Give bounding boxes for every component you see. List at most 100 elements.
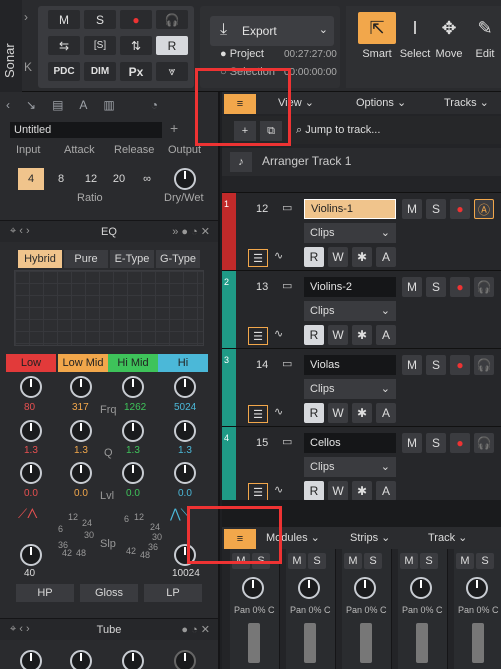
track-view-menu-button[interactable]: ≡	[224, 94, 256, 114]
expand-icon[interactable]: K	[24, 60, 32, 74]
add-preset-icon[interactable]: +	[170, 120, 178, 136]
strip-mute-button[interactable]: M	[232, 553, 250, 569]
automation-icon[interactable]: ∿	[274, 249, 283, 262]
low-level-knob[interactable]	[20, 462, 42, 484]
tube-knob-4[interactable]	[174, 650, 196, 669]
preset-name-field[interactable]: Untitled	[10, 122, 162, 138]
eq-module-icon[interactable]: ⌖ ‹ ›	[10, 225, 30, 238]
track-name-field[interactable]: Violas	[304, 355, 396, 375]
record-icon[interactable]: ●	[450, 433, 470, 453]
eq-type-pure[interactable]: Pure	[64, 250, 108, 268]
add-track-icon[interactable]: +	[234, 121, 256, 141]
track-solo-button[interactable]: S	[426, 355, 446, 375]
track-mute-button[interactable]: M	[402, 199, 422, 219]
hp-slope-dial[interactable]: 12 24 6 30 36 42 48	[58, 512, 98, 562]
track-star-button[interactable]: ✱	[352, 325, 372, 345]
eq-graph[interactable]	[14, 270, 204, 346]
lp-slope-dial[interactable]: 6 12 24 30 36 42 48	[124, 512, 164, 562]
hi-q-knob[interactable]	[174, 420, 196, 442]
low-freq-knob[interactable]	[20, 376, 42, 398]
hp-shape-icon[interactable]: ⟋⋀	[18, 506, 38, 522]
track-name-field[interactable]: Cellos	[304, 433, 396, 453]
track-mute-button[interactable]: M	[402, 433, 422, 453]
compare-icon[interactable]: A	[79, 98, 87, 112]
tube-controls-icon[interactable]: ● ◔ ✕	[181, 623, 210, 636]
strip-pan-knob[interactable]	[354, 577, 376, 599]
strip-fader[interactable]	[360, 623, 372, 663]
read-automation-button[interactable]: R	[156, 36, 188, 55]
splitter[interactable]	[222, 500, 501, 527]
solo-button[interactable]: S	[84, 10, 116, 29]
menu-view[interactable]: View ⌄	[278, 96, 314, 109]
record-icon[interactable]: ●	[450, 277, 470, 297]
solo-exclusive-button[interactable]: [S]	[84, 36, 116, 55]
track-star-button[interactable]: ✱	[352, 481, 372, 501]
band-hi[interactable]: Hi	[158, 354, 208, 372]
input-echo-icon[interactable]: Ⓐ	[474, 199, 494, 219]
strip-solo-button[interactable]: S	[308, 553, 326, 569]
collapse-icon[interactable]: ›	[24, 10, 28, 24]
lowmid-freq-knob[interactable]	[70, 376, 92, 398]
tool-select[interactable]: I Select	[396, 12, 434, 68]
automation-icon[interactable]: ∿	[274, 405, 283, 418]
record-arm-button[interactable]: ●	[120, 10, 152, 29]
track-header[interactable]: 3 14 ▭ Violas M S ● 🎧 Clips ⌄ ☰ ∿ R W ✱ …	[222, 348, 501, 427]
tube-module-icon[interactable]: ⌖ ‹ ›	[10, 623, 30, 636]
track-write-button[interactable]: W	[328, 247, 348, 267]
strip-mute-button[interactable]: M	[456, 553, 474, 569]
strip-pan-knob[interactable]	[298, 577, 320, 599]
interleave-button[interactable]: ⇅	[120, 36, 152, 55]
power-icon[interactable]: ◔	[151, 98, 158, 112]
himid-q-knob[interactable]	[122, 420, 144, 442]
track-arm-automation-button[interactable]: A	[376, 403, 396, 423]
eq-controls-icon[interactable]: » ● ◔ ✕	[172, 225, 210, 238]
record-icon[interactable]: ●	[450, 355, 470, 375]
strip-mute-button[interactable]: M	[344, 553, 362, 569]
strip-fader[interactable]	[248, 623, 260, 663]
ratio-inf-button[interactable]: ∞	[134, 168, 160, 190]
menu-modules[interactable]: Modules ⌄	[266, 531, 320, 544]
tube-knob-3[interactable]	[122, 650, 144, 669]
arrow-icon[interactable]: ↘	[26, 98, 36, 112]
lowmid-q-knob[interactable]	[70, 420, 92, 442]
preset-icon[interactable]: ▤	[52, 98, 63, 112]
track-header[interactable]: 1 12 ▭ Violins-1 M S ● Ⓐ Clips ⌄ ☰ ∿ R W…	[222, 192, 501, 271]
arranger-row[interactable]: ♪ Arranger Track 1	[222, 148, 501, 176]
eq-type-gtype[interactable]: G-Type	[156, 250, 200, 268]
strip-solo-button[interactable]: S	[476, 553, 494, 569]
hi-freq-knob[interactable]	[174, 376, 196, 398]
lp-shape-icon[interactable]: ⋀⟍	[170, 506, 190, 522]
clips-select[interactable]: Clips ⌄	[304, 301, 396, 321]
track-solo-button[interactable]: S	[426, 277, 446, 297]
strip-pan-knob[interactable]	[410, 577, 432, 599]
eq-type-hybrid[interactable]: Hybrid	[18, 250, 62, 268]
menu-strips[interactable]: Strips ⌄	[350, 531, 390, 544]
list-icon[interactable]: ☰	[248, 405, 268, 423]
export-button[interactable]: ⤓ Export ⌄	[210, 16, 334, 46]
strip-fader[interactable]	[304, 623, 316, 663]
clips-select[interactable]: Clips ⌄	[304, 379, 396, 399]
automation-icon[interactable]: ∿	[274, 483, 283, 496]
monitor-icon[interactable]: 🎧	[474, 277, 494, 297]
mute-button[interactable]: M	[48, 10, 80, 29]
fx-icon[interactable]: ▥	[103, 98, 114, 112]
tool-move[interactable]: ✥ Move	[430, 12, 468, 68]
track-read-button[interactable]: R	[304, 325, 324, 345]
strip-fader[interactable]	[416, 623, 428, 663]
low-q-knob[interactable]	[20, 420, 42, 442]
track-read-button[interactable]: R	[304, 481, 324, 501]
clips-select[interactable]: Clips ⌄	[304, 223, 396, 243]
track-arm-automation-button[interactable]: A	[376, 325, 396, 345]
track-header[interactable]: 4 15 ▭ Cellos M S ● 🎧 Clips ⌄ ☰ ∿ R W ✱ …	[222, 426, 501, 505]
track-solo-button[interactable]: S	[426, 433, 446, 453]
hp-button[interactable]: HP	[16, 584, 74, 602]
track-write-button[interactable]: W	[328, 325, 348, 345]
track-arm-automation-button[interactable]: A	[376, 481, 396, 501]
collapse-left-icon[interactable]: ‹	[6, 98, 10, 112]
record-icon[interactable]: ●	[450, 199, 470, 219]
tool-edit[interactable]: ✎ Edit	[466, 12, 501, 68]
band-low-mid[interactable]: Low Mid	[58, 354, 108, 372]
automation-icon[interactable]: ∿	[274, 327, 283, 340]
ratio-12-button[interactable]: 12	[78, 168, 104, 190]
himid-level-knob[interactable]	[122, 462, 144, 484]
